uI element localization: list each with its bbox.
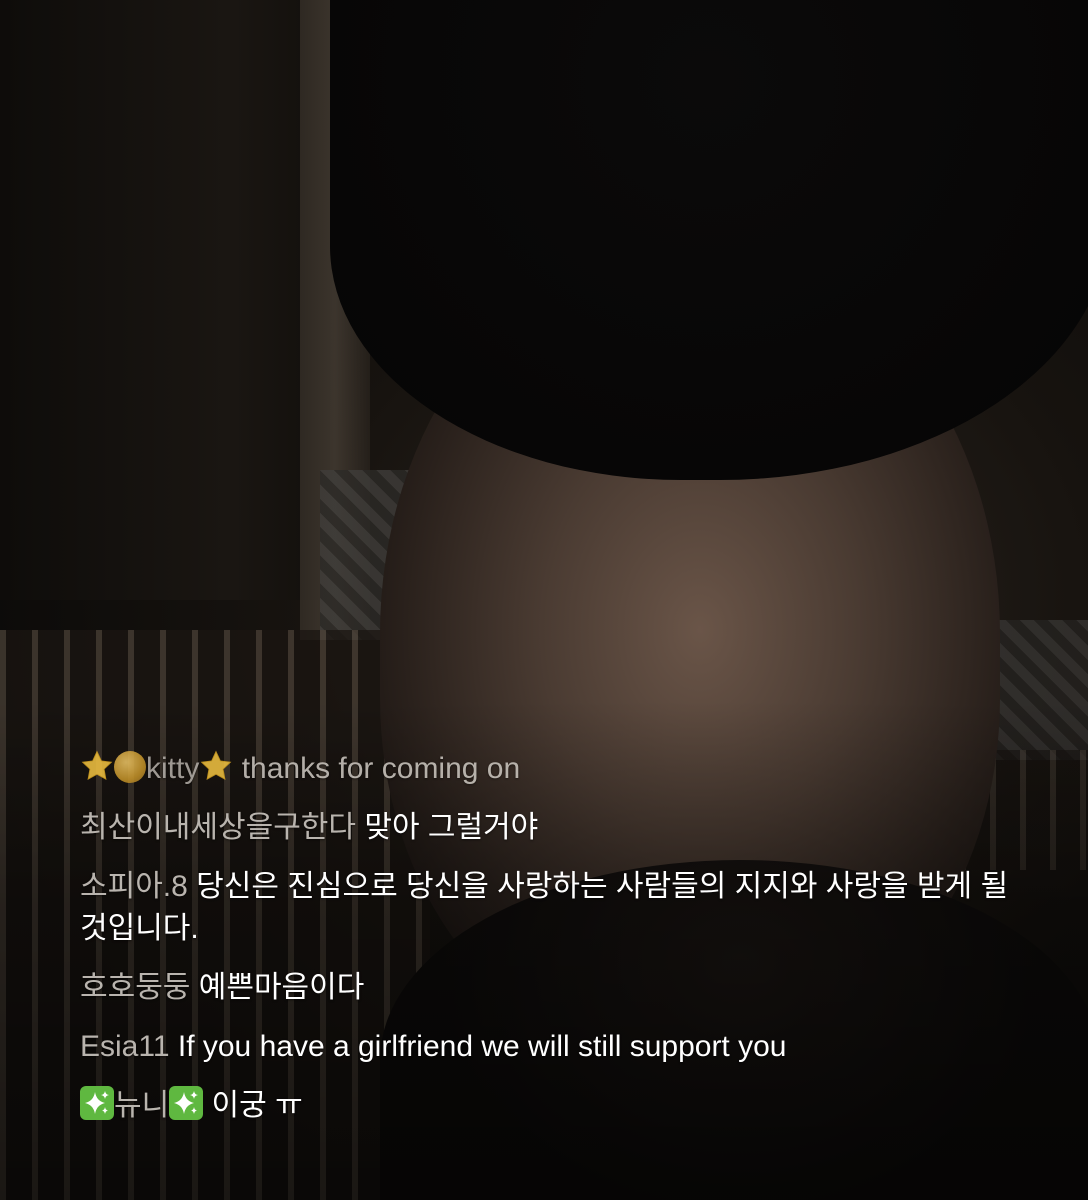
chat-username[interactable]: 최산이내세상을구한다: [80, 811, 356, 844]
sparkles-icon: [169, 1086, 204, 1120]
chat-username[interactable]: kitty: [146, 752, 199, 785]
chat-username[interactable]: 호호둥둥: [80, 971, 190, 1004]
chat-message: 호호둥둥 예쁜마음이다: [80, 967, 1040, 1009]
chat-username[interactable]: 뉴니: [114, 1089, 169, 1122]
star-icon: [199, 749, 233, 783]
chat-text: thanks for coming on: [241, 752, 521, 785]
chat-text: If you have a girlfriend we will still s…: [177, 1030, 787, 1063]
star-icon: [80, 749, 114, 783]
chat-text: 이궁 ㅠ: [211, 1089, 303, 1122]
chat-message: Esia11 If you have a girlfriend we will …: [80, 1026, 1040, 1068]
chat-message: 소피아.8 당신은 진심으로 당신을 사랑하는 사람들의 지지와 사랑을 받게 …: [80, 866, 1040, 950]
chat-text: 예쁜마음이다: [198, 971, 365, 1004]
chat-text: 맞아 그럴거야: [364, 811, 539, 844]
video-person-hair: [330, 0, 1088, 480]
moon-icon: [114, 751, 146, 783]
video-door-frame: [0, 0, 330, 600]
chat-text: 당신은 진심으로 당신을 사랑하는 사람들의 지지와 사랑을 받게 될 것입니다…: [80, 870, 1009, 945]
chat-username[interactable]: 소피아.8: [80, 870, 188, 903]
chat-message: kitty thanks for coming on: [80, 748, 1040, 790]
sparkles-icon: [80, 1086, 114, 1120]
chat-username[interactable]: Esia11: [80, 1030, 170, 1063]
chat-message: 최산이내세상을구한다 맞아 그럴거야: [80, 807, 1040, 849]
chat-message: 뉴니 이궁 ㅠ: [80, 1085, 1040, 1127]
live-chat-overlay: kitty thanks for coming on 최산이내세상을구한다 맞아…: [80, 748, 1040, 1144]
